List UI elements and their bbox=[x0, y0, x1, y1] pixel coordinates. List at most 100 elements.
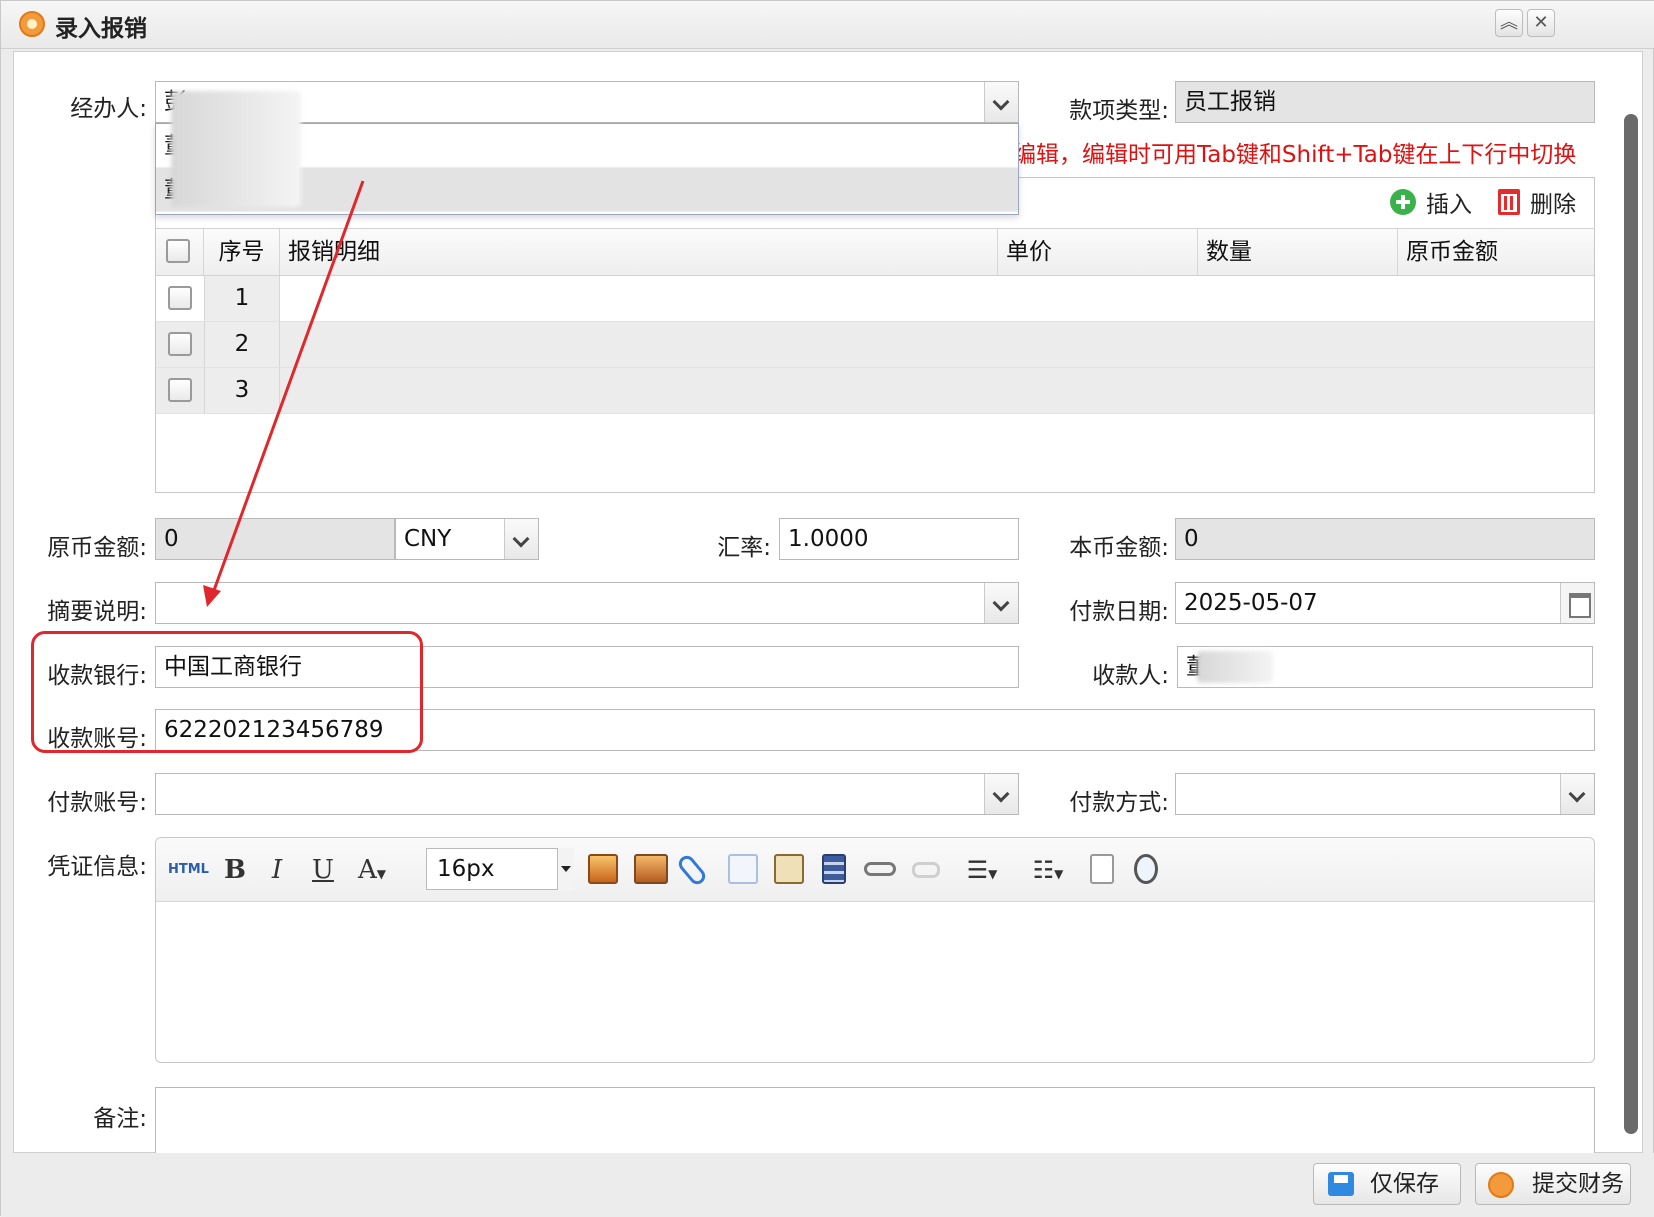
col-price: 单价 bbox=[998, 229, 1198, 275]
submit-finance-label: 提交财务 bbox=[1532, 1171, 1624, 1197]
col-amount: 原币金额 bbox=[1406, 239, 1498, 265]
highlight-box bbox=[31, 631, 423, 753]
insert-button[interactable]: 插入 bbox=[1390, 185, 1472, 219]
payaccount-label: 付款账号: bbox=[47, 790, 147, 816]
payee-label: 收款人: bbox=[1092, 663, 1169, 689]
title-bar[interactable]: 录入报销 ︽ ✕ bbox=[1, 1, 1654, 49]
caret-down-icon: ▼ bbox=[376, 867, 386, 881]
caret-down-icon bbox=[561, 866, 571, 872]
submit-icon bbox=[1488, 1172, 1514, 1198]
unlink-icon[interactable] bbox=[912, 862, 940, 878]
chevron-down-icon[interactable] bbox=[984, 82, 1018, 122]
preview-icon[interactable] bbox=[1134, 854, 1158, 884]
row-checkbox[interactable] bbox=[168, 378, 192, 402]
local-amount-label: 本币金额: bbox=[1069, 535, 1169, 561]
chevron-down-icon[interactable] bbox=[1560, 774, 1594, 814]
bold-button[interactable]: B bbox=[218, 850, 252, 890]
delete-button[interactable]: 删除 bbox=[1498, 185, 1576, 219]
chevron-down-icon[interactable] bbox=[984, 583, 1018, 623]
col-detail: 报销明细 bbox=[280, 229, 998, 275]
collapse-button[interactable]: ︽ bbox=[1495, 9, 1523, 37]
app-logo-icon bbox=[19, 11, 45, 37]
row-index: 2 bbox=[204, 322, 280, 367]
type-label: 款项类型: bbox=[1069, 98, 1169, 124]
summary-select[interactable] bbox=[155, 582, 1019, 624]
caret-down-icon: ▼ bbox=[988, 867, 998, 881]
save-icon bbox=[1328, 1172, 1354, 1196]
paste-text-icon[interactable] bbox=[774, 854, 804, 884]
insert-image-icon[interactable] bbox=[634, 854, 668, 884]
chevron-down-icon[interactable] bbox=[504, 519, 538, 559]
delete-label: 删除 bbox=[1530, 192, 1576, 218]
amount-field: 0 bbox=[155, 518, 395, 560]
header-select-all[interactable] bbox=[156, 229, 204, 275]
remark-input[interactable] bbox=[155, 1087, 1595, 1153]
expense-grid: 插入 删除 序号 报销明细 单价 数量 原币金额 1 2 3 bbox=[155, 177, 1595, 493]
rich-text-editor[interactable]: HTML B I U A▼ 16px ☰▼ ☷▼ bbox=[155, 837, 1595, 1063]
type-field: 员工报销 bbox=[1175, 81, 1595, 123]
vertical-scrollbar[interactable] bbox=[1624, 114, 1638, 1134]
font-size-select[interactable]: 16px bbox=[426, 848, 574, 890]
handler-label: 经办人: bbox=[70, 96, 147, 122]
paymethod-label: 付款方式: bbox=[1069, 790, 1169, 816]
dialog-title: 录入报销 bbox=[55, 16, 147, 42]
font-color-button[interactable]: A▼ bbox=[352, 850, 392, 890]
attachment-icon[interactable] bbox=[675, 852, 709, 888]
grid-header: 序号 报销明细 单价 数量 原币金额 bbox=[156, 228, 1594, 276]
paydate-value: 2025-05-07 bbox=[1184, 590, 1318, 616]
save-only-button[interactable]: 仅保存 bbox=[1313, 1163, 1461, 1205]
remark-label: 备注: bbox=[93, 1106, 147, 1132]
font-size-value: 16px bbox=[437, 856, 495, 882]
trash-icon bbox=[1498, 189, 1520, 215]
italic-button[interactable]: I bbox=[262, 850, 292, 890]
underline-button[interactable]: U bbox=[306, 850, 340, 890]
paydate-label: 付款日期: bbox=[1069, 599, 1169, 625]
image-icon[interactable] bbox=[588, 854, 618, 884]
numbered-list-icon: ☷ bbox=[1032, 856, 1055, 884]
rate-input[interactable]: 1.0000 bbox=[779, 518, 1019, 560]
row-checkbox[interactable] bbox=[168, 286, 192, 310]
dialog-footer: 仅保存 提交财务 bbox=[1, 1153, 1654, 1217]
save-only-label: 仅保存 bbox=[1370, 1171, 1439, 1197]
editor-toolbar: HTML B I U A▼ 16px ☰▼ ☷▼ bbox=[156, 838, 1594, 902]
link-icon[interactable] bbox=[864, 862, 896, 876]
col-index: 序号 bbox=[204, 229, 280, 275]
edit-hint: 编辑，编辑时可用Tab键和Shift+Tab键在上下行中切换 bbox=[1013, 142, 1577, 168]
insert-label: 插入 bbox=[1426, 192, 1472, 218]
local-amount-field: 0 bbox=[1175, 518, 1595, 560]
grid-toolbar: 插入 删除 bbox=[1390, 184, 1576, 220]
add-icon bbox=[1390, 189, 1416, 215]
payaccount-select[interactable] bbox=[155, 773, 1019, 815]
paydate-input[interactable]: 2025-05-07 bbox=[1175, 582, 1595, 624]
row-index: 3 bbox=[204, 368, 280, 413]
chevron-down-icon[interactable] bbox=[984, 774, 1018, 814]
bullet-list-icon: ☰ bbox=[966, 856, 989, 884]
bullet-list-button[interactable]: ☰▼ bbox=[954, 850, 1010, 890]
caret-down-icon: ▼ bbox=[1054, 867, 1064, 881]
video-icon[interactable] bbox=[822, 854, 846, 884]
new-page-icon[interactable] bbox=[1090, 854, 1114, 884]
currency-select[interactable]: CNY bbox=[395, 518, 539, 560]
select-all-checkbox[interactable] bbox=[166, 239, 190, 263]
close-button[interactable]: ✕ bbox=[1527, 9, 1555, 37]
html-source-button[interactable]: HTML bbox=[168, 850, 209, 890]
col-qty: 数量 bbox=[1198, 229, 1398, 275]
table-row[interactable]: 3 bbox=[156, 368, 1594, 414]
font-color-label: A bbox=[357, 855, 377, 885]
redacted-payee bbox=[1197, 651, 1273, 683]
table-row[interactable]: 1 bbox=[156, 276, 1594, 322]
amount-label: 原币金额: bbox=[47, 535, 147, 561]
currency-value: CNY bbox=[404, 526, 452, 552]
rate-label: 汇率: bbox=[717, 535, 771, 561]
table-row[interactable]: 2 bbox=[156, 322, 1594, 368]
dialog-window: 录入报销 ︽ ✕ 经办人: 彭 款项类型: 员工报销 编辑，编辑时可用Tab键和… bbox=[0, 0, 1654, 1217]
calendar-icon[interactable] bbox=[1560, 583, 1594, 623]
word-import-icon[interactable] bbox=[728, 854, 758, 884]
voucher-label: 凭证信息: bbox=[47, 854, 147, 880]
submit-finance-button[interactable]: 提交财务 bbox=[1475, 1163, 1631, 1205]
paymethod-select[interactable] bbox=[1175, 773, 1595, 815]
numbered-list-button[interactable]: ☷▼ bbox=[1020, 850, 1076, 890]
row-checkbox[interactable] bbox=[168, 332, 192, 356]
redacted-names bbox=[171, 91, 301, 207]
summary-label: 摘要说明: bbox=[47, 599, 147, 625]
